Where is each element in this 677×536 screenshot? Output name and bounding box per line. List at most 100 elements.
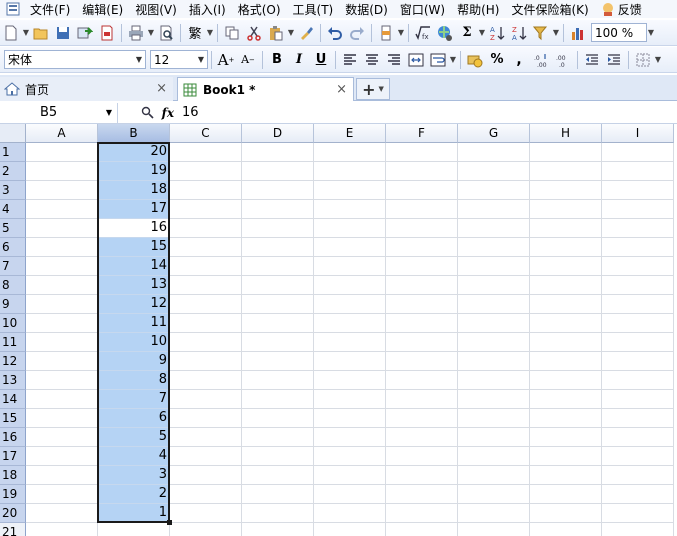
save-button[interactable]	[52, 23, 74, 43]
cell-e20[interactable]	[314, 504, 386, 523]
cell-c7[interactable]	[170, 257, 242, 276]
cell-c14[interactable]	[170, 390, 242, 409]
cell-b13[interactable]: 8	[98, 371, 170, 390]
cell-i14[interactable]	[602, 390, 674, 409]
row-header-17[interactable]: 17	[0, 447, 26, 466]
cell-g16[interactable]	[458, 428, 530, 447]
cut-button[interactable]	[243, 23, 265, 43]
cell-f13[interactable]	[386, 371, 458, 390]
row-header-19[interactable]: 19	[0, 485, 26, 504]
cell-c10[interactable]	[170, 314, 242, 333]
print-dropdown-arrow[interactable]: ▼	[147, 28, 155, 37]
cell-e19[interactable]	[314, 485, 386, 504]
cell-b18[interactable]: 3	[98, 466, 170, 485]
cell-g18[interactable]	[458, 466, 530, 485]
cell-a18[interactable]	[26, 466, 98, 485]
cell-h9[interactable]	[530, 295, 602, 314]
insert-dropdown-arrow[interactable]: ▼	[397, 28, 405, 37]
percent-button[interactable]: %	[486, 50, 508, 70]
insert-function-fx-button[interactable]: fx	[162, 106, 174, 120]
cell-f9[interactable]	[386, 295, 458, 314]
cell-f8[interactable]	[386, 276, 458, 295]
cell-c17[interactable]	[170, 447, 242, 466]
cell-c4[interactable]	[170, 200, 242, 219]
cell-i18[interactable]	[602, 466, 674, 485]
cell-i20[interactable]	[602, 504, 674, 523]
cell-f14[interactable]	[386, 390, 458, 409]
new-tab-button[interactable]: + ▼	[356, 78, 390, 100]
menu-file-vault[interactable]: 文件保险箱(K)	[507, 1, 596, 18]
underline-button[interactable]: U	[310, 50, 332, 70]
chart-button[interactable]	[567, 23, 589, 43]
column-header-g[interactable]: G	[458, 124, 530, 143]
column-header-i[interactable]: I	[602, 124, 674, 143]
cell-b9[interactable]: 12	[98, 295, 170, 314]
cell-d8[interactable]	[242, 276, 314, 295]
cell-b10[interactable]: 11	[98, 314, 170, 333]
cell-d10[interactable]	[242, 314, 314, 333]
menu-file[interactable]: 文件(F)	[26, 1, 78, 18]
cell-h2[interactable]	[530, 162, 602, 181]
cell-g4[interactable]	[458, 200, 530, 219]
cell-f21[interactable]	[386, 523, 458, 536]
cell-e17[interactable]	[314, 447, 386, 466]
zoom-select[interactable]: 100 %	[591, 23, 647, 42]
cell-g20[interactable]	[458, 504, 530, 523]
cell-a9[interactable]	[26, 295, 98, 314]
cell-a3[interactable]	[26, 181, 98, 200]
row-header-8[interactable]: 8	[0, 276, 26, 295]
cell-g5[interactable]	[458, 219, 530, 238]
cell-a4[interactable]	[26, 200, 98, 219]
cell-f2[interactable]	[386, 162, 458, 181]
cell-a6[interactable]	[26, 238, 98, 257]
cell-a7[interactable]	[26, 257, 98, 276]
cell-d14[interactable]	[242, 390, 314, 409]
cell-h5[interactable]	[530, 219, 602, 238]
cell-c19[interactable]	[170, 485, 242, 504]
cell-f16[interactable]	[386, 428, 458, 447]
hyperlink-button[interactable]	[434, 23, 456, 43]
sort-descending-button[interactable]: ZA	[508, 23, 530, 43]
cell-i10[interactable]	[602, 314, 674, 333]
menu-data[interactable]: 数据(D)	[341, 1, 396, 18]
cell-g2[interactable]	[458, 162, 530, 181]
cell-h8[interactable]	[530, 276, 602, 295]
row-header-4[interactable]: 4	[0, 200, 26, 219]
row-header-12[interactable]: 12	[0, 352, 26, 371]
align-left-button[interactable]	[339, 50, 361, 70]
cell-g9[interactable]	[458, 295, 530, 314]
cell-i7[interactable]	[602, 257, 674, 276]
cell-b21[interactable]	[98, 523, 170, 536]
cell-b16[interactable]: 5	[98, 428, 170, 447]
cell-f1[interactable]	[386, 143, 458, 162]
cell-h4[interactable]	[530, 200, 602, 219]
cell-f4[interactable]	[386, 200, 458, 219]
align-right-button[interactable]	[383, 50, 405, 70]
cell-i9[interactable]	[602, 295, 674, 314]
cell-b7[interactable]: 14	[98, 257, 170, 276]
app-menu-icon[interactable]	[6, 2, 22, 16]
cell-h17[interactable]	[530, 447, 602, 466]
menu-edit[interactable]: 编辑(E)	[78, 1, 131, 18]
cell-e15[interactable]	[314, 409, 386, 428]
cell-f5[interactable]	[386, 219, 458, 238]
cell-c21[interactable]	[170, 523, 242, 536]
cell-e3[interactable]	[314, 181, 386, 200]
cell-h15[interactable]	[530, 409, 602, 428]
name-box[interactable]: B5 ▼	[0, 102, 118, 123]
font-size-select[interactable]: 12 ▼	[150, 50, 208, 69]
cell-h10[interactable]	[530, 314, 602, 333]
cell-h13[interactable]	[530, 371, 602, 390]
cell-a5[interactable]	[26, 219, 98, 238]
menu-insert[interactable]: 插入(I)	[185, 1, 234, 18]
cell-b14[interactable]: 7	[98, 390, 170, 409]
currency-button[interactable]	[464, 50, 486, 70]
cell-i4[interactable]	[602, 200, 674, 219]
merge-center-button[interactable]	[405, 50, 427, 70]
cell-e8[interactable]	[314, 276, 386, 295]
wrap-text-button[interactable]	[427, 50, 449, 70]
cell-f15[interactable]	[386, 409, 458, 428]
menu-format[interactable]: 格式(O)	[234, 1, 289, 18]
cell-d15[interactable]	[242, 409, 314, 428]
export-pdf-button[interactable]	[96, 23, 118, 43]
